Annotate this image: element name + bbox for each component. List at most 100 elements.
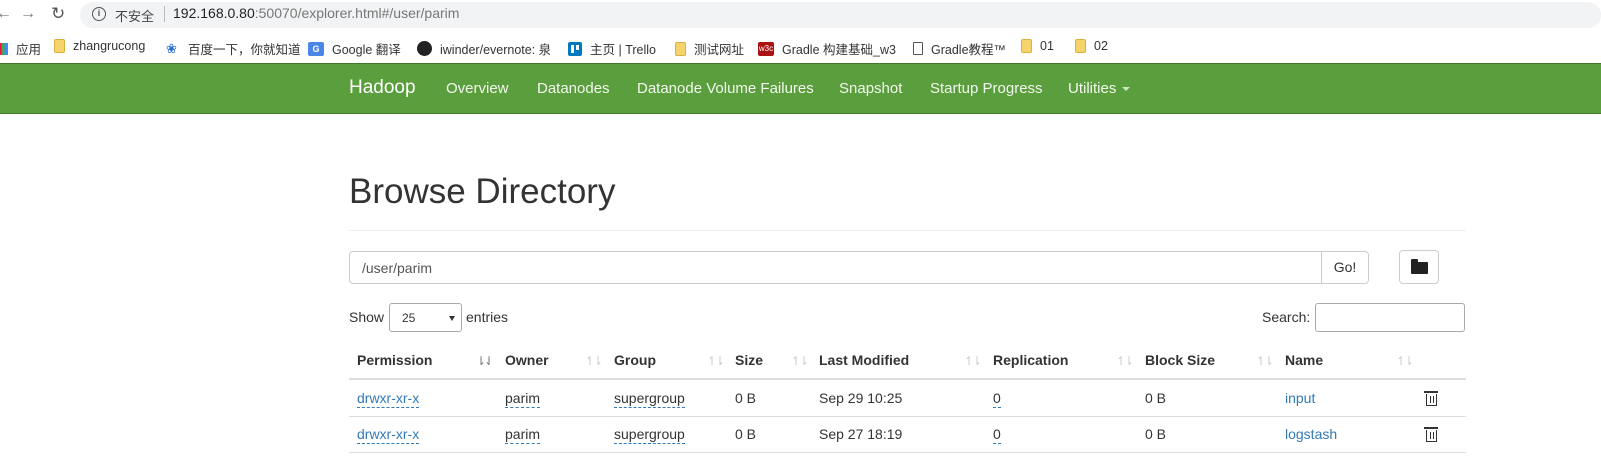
cell-size: 0 B bbox=[735, 426, 757, 442]
url-path: :50070/explorer.html#/user/parim bbox=[254, 5, 460, 21]
cell-name-link[interactable]: logstash bbox=[1285, 426, 1337, 442]
header-last-modified[interactable]: Last Modified bbox=[819, 352, 909, 368]
sort-icon[interactable]: ↿⇂ bbox=[1256, 354, 1274, 368]
reload-icon[interactable]: ↻ bbox=[51, 5, 65, 23]
cell-last-modified: Sep 27 18:19 bbox=[819, 426, 903, 442]
github-icon bbox=[417, 41, 432, 56]
cell-block-size: 0 B bbox=[1145, 390, 1167, 406]
cell-name-link[interactable]: input bbox=[1285, 390, 1315, 406]
forward-arrow-icon[interactable]: → bbox=[20, 5, 36, 23]
bookmark-zhangrucong[interactable]: zhangrucong bbox=[54, 39, 145, 53]
cell-permission[interactable]: drwxr-xr-x bbox=[357, 390, 420, 408]
bookmark-label: 测试网址 bbox=[694, 43, 745, 57]
apps-icon bbox=[0, 42, 8, 55]
document-icon bbox=[913, 42, 923, 55]
search-input[interactable] bbox=[1315, 303, 1465, 332]
bookmark-trello[interactable]: 主页 | Trello bbox=[568, 39, 656, 58]
bookmark-google-translate[interactable]: G Google 翻译 bbox=[308, 39, 401, 58]
create-directory-button[interactable] bbox=[1399, 250, 1439, 284]
url-host: 192.168.0.80 bbox=[173, 5, 255, 21]
bookmark-apps[interactable]: 应用 bbox=[0, 39, 41, 58]
bookmark-gradle-w3c[interactable]: w3c Gradle 构建基础_w3 bbox=[758, 39, 896, 58]
bookmark-label: 主页 | Trello bbox=[590, 43, 656, 57]
header-replication[interactable]: Replication bbox=[993, 352, 1068, 368]
brand-link[interactable]: Hadoop bbox=[349, 77, 416, 99]
header-group[interactable]: Group bbox=[614, 352, 656, 368]
nav-overview[interactable]: Overview bbox=[446, 80, 509, 97]
trash-icon[interactable] bbox=[1424, 391, 1438, 406]
cell-last-modified: Sep 29 10:25 bbox=[819, 390, 903, 406]
divider bbox=[349, 230, 1466, 231]
bookmark-gradle-tutorial[interactable]: Gradle教程™ bbox=[913, 39, 1006, 58]
row-divider bbox=[349, 416, 1466, 417]
nav-utilities[interactable]: Utilities bbox=[1068, 80, 1131, 97]
header-permission[interactable]: Permission bbox=[357, 352, 432, 368]
nav-startup-progress[interactable]: Startup Progress bbox=[930, 80, 1043, 97]
folder-icon bbox=[1021, 39, 1032, 53]
header-owner[interactable]: Owner bbox=[505, 352, 549, 368]
page-title: Browse Directory bbox=[349, 172, 616, 211]
directory-path-input[interactable] bbox=[349, 251, 1322, 284]
row-divider bbox=[349, 452, 1466, 453]
trello-icon bbox=[568, 41, 582, 56]
cell-replication[interactable]: 0 bbox=[993, 390, 1001, 408]
folder-open-icon bbox=[1411, 259, 1428, 274]
header-name[interactable]: Name bbox=[1285, 352, 1323, 368]
nav-utilities-label: Utilities bbox=[1068, 80, 1117, 97]
sort-icon[interactable]: ↿⇂ bbox=[1396, 354, 1414, 368]
folder-icon bbox=[54, 39, 65, 53]
go-button[interactable]: Go! bbox=[1321, 251, 1369, 284]
trash-icon[interactable] bbox=[1424, 427, 1438, 442]
select-arrow-icon bbox=[449, 316, 455, 321]
sort-icon[interactable]: ↿⇂ bbox=[964, 354, 982, 368]
folder-icon bbox=[1075, 39, 1086, 53]
back-arrow-icon[interactable]: ← bbox=[0, 5, 12, 23]
baidu-paw-icon: ❀ bbox=[166, 40, 177, 56]
cell-owner[interactable]: parim bbox=[505, 390, 541, 408]
search-label: Search: bbox=[1262, 309, 1311, 325]
url-text[interactable]: 192.168.0.80:50070/explorer.html#/user/p… bbox=[173, 5, 459, 21]
bookmark-label: Google 翻译 bbox=[332, 43, 401, 57]
bookmark-evernote[interactable]: iwinder/evernote: 泉 bbox=[417, 39, 550, 58]
bookmark-02[interactable]: 02 bbox=[1075, 39, 1108, 53]
security-label: 不安全 bbox=[115, 9, 155, 24]
info-icon[interactable]: i bbox=[92, 7, 106, 21]
cell-size: 0 B bbox=[735, 390, 757, 406]
sort-icon[interactable]: ↿⇂ bbox=[585, 354, 603, 368]
cell-permission[interactable]: drwxr-xr-x bbox=[357, 426, 420, 444]
bookmark-label: zhangrucong bbox=[73, 39, 146, 53]
cell-block-size: 0 B bbox=[1145, 426, 1167, 442]
entries-per-page-select[interactable]: 25 bbox=[389, 303, 462, 332]
sort-desc-icon[interactable]: ⇂⇃ bbox=[476, 354, 494, 368]
bookmark-label: 02 bbox=[1094, 39, 1108, 53]
browser-address-bar: ← → ↻ i 不安全 192.168.0.80:50070/explorer.… bbox=[0, 0, 1601, 30]
nav-snapshot[interactable]: Snapshot bbox=[839, 80, 902, 97]
cell-owner[interactable]: parim bbox=[505, 426, 541, 444]
bookmark-test-urls[interactable]: 测试网址 bbox=[675, 39, 744, 58]
bookmark-label: Gradle教程™ bbox=[931, 43, 1007, 57]
nav-datanodes[interactable]: Datanodes bbox=[537, 80, 610, 97]
url-separator bbox=[164, 6, 165, 22]
bookmark-01[interactable]: 01 bbox=[1021, 39, 1054, 53]
cell-group[interactable]: supergroup bbox=[614, 390, 685, 408]
caret-down-icon bbox=[1122, 87, 1131, 92]
folder-icon bbox=[675, 41, 686, 56]
bookmark-label: 百度一下，你就知道 bbox=[188, 43, 301, 57]
sort-icon[interactable]: ↿⇂ bbox=[707, 354, 725, 368]
header-block-size[interactable]: Block Size bbox=[1145, 352, 1215, 368]
bookmark-baidu[interactable]: ❀ 百度一下，你就知道 bbox=[166, 39, 301, 58]
bookmark-label: Gradle 构建基础_w3 bbox=[782, 43, 896, 57]
bookmark-label: 01 bbox=[1040, 39, 1054, 53]
nav-datanode-volume-failures[interactable]: Datanode Volume Failures bbox=[637, 80, 814, 97]
w3c-icon: w3c bbox=[758, 41, 774, 56]
hadoop-navbar: Hadoop Overview Datanodes Datanode Volum… bbox=[0, 63, 1601, 114]
cell-replication[interactable]: 0 bbox=[993, 426, 1001, 444]
entries-label: entries bbox=[466, 309, 509, 325]
sort-icon[interactable]: ↿⇂ bbox=[791, 354, 809, 368]
google-translate-icon: G bbox=[308, 41, 324, 56]
bookmark-label: 应用 bbox=[16, 43, 42, 57]
header-size[interactable]: Size bbox=[735, 352, 763, 368]
sort-icon[interactable]: ↿⇂ bbox=[1116, 354, 1134, 368]
table-header-border bbox=[349, 378, 1466, 380]
cell-group[interactable]: supergroup bbox=[614, 426, 685, 444]
